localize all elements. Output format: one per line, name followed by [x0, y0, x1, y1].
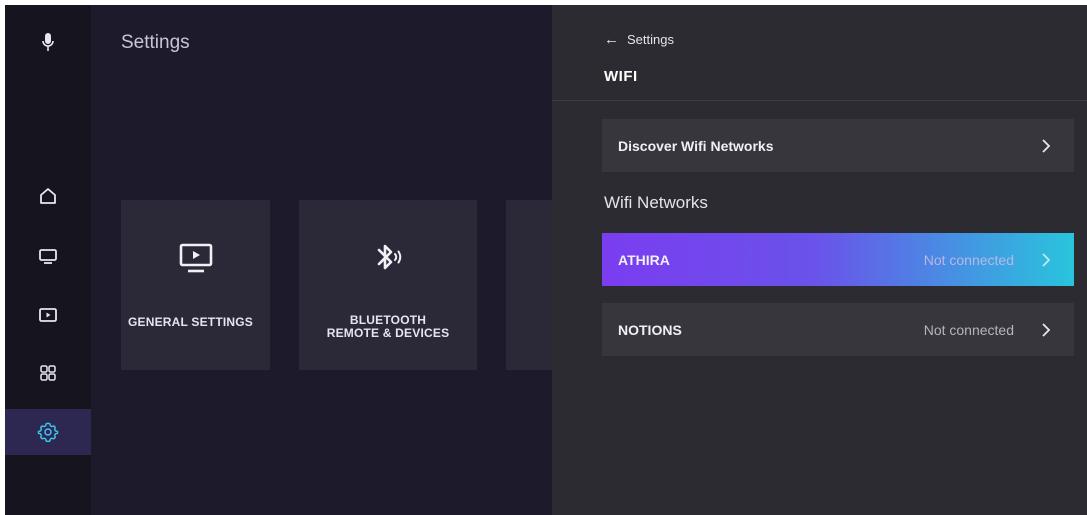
settings-icon	[37, 422, 59, 443]
nav-live-tv[interactable]	[5, 236, 91, 276]
wifi-panel: ← Settings WIFI Discover Wifi Networks W…	[552, 5, 1087, 515]
row-label: Discover Wifi Networks	[618, 137, 774, 154]
nav-home[interactable]	[5, 176, 91, 216]
divider	[552, 100, 1087, 101]
panel-title: WIFI	[604, 68, 638, 85]
general-settings-tile[interactable]: GENERAL SETTINGS	[121, 200, 270, 370]
network-name: NOTIONS	[618, 321, 682, 338]
network-status: Not connected	[923, 321, 1014, 338]
tile-label: GENERAL SETTINGS	[128, 315, 253, 329]
back-label: Settings	[627, 32, 674, 47]
section-heading: Wifi Networks	[604, 193, 708, 212]
network-row-notions[interactable]: NOTIONS Not connected	[602, 303, 1074, 356]
tv-screen: Settings GENERAL SETTINGS BLUETOOTH REMO…	[5, 5, 1087, 515]
nav-apps[interactable]	[5, 353, 91, 393]
network-row-athira[interactable]: ATHIRA Not connected	[602, 233, 1074, 286]
home-icon	[40, 188, 56, 204]
tv-icon	[179, 243, 212, 273]
bluetooth-tile[interactable]: BLUETOOTH REMOTE & DEVICES	[299, 200, 477, 370]
network-name: ATHIRA	[618, 251, 670, 268]
mic-icon	[42, 33, 54, 51]
network-status: Not connected	[923, 251, 1014, 268]
tile-label: BLUETOOTH REMOTE & DEVICES	[326, 313, 450, 340]
media-icon	[39, 308, 57, 322]
back-arrow-icon: ←	[604, 31, 619, 48]
chevron-right-icon	[1042, 138, 1051, 153]
nav-settings[interactable]	[5, 409, 91, 455]
back-button[interactable]: ← Settings	[604, 31, 674, 48]
chevron-right-icon	[1042, 252, 1051, 267]
page-title: Settings	[121, 32, 190, 53]
nav-media[interactable]	[5, 295, 91, 335]
nav-rail	[5, 5, 91, 515]
mic-button[interactable]	[5, 23, 91, 63]
bluetooth-audio-icon	[377, 244, 402, 270]
chevron-right-icon	[1042, 322, 1051, 337]
tv-icon	[39, 249, 57, 264]
apps-icon	[40, 365, 56, 381]
discover-networks-button[interactable]: Discover Wifi Networks	[602, 119, 1074, 172]
